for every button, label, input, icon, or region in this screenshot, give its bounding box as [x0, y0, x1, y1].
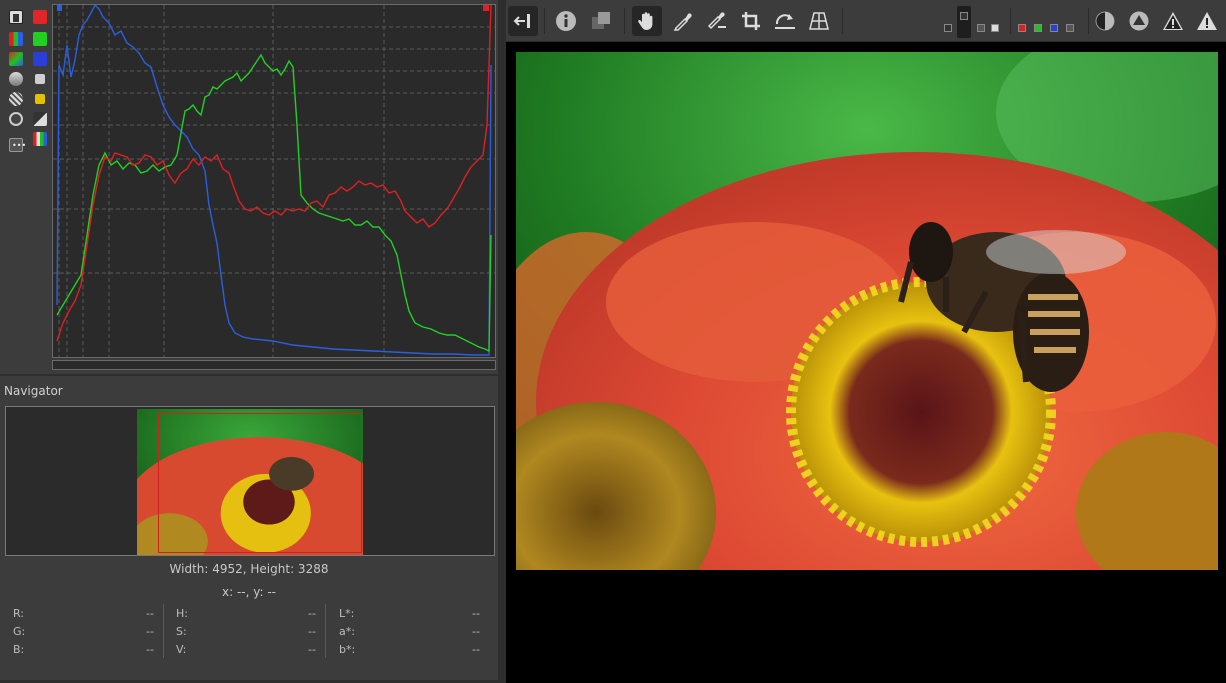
hide-panel-icon[interactable]	[508, 6, 538, 36]
grid-icon[interactable]	[9, 112, 23, 126]
channel-chroma-icon[interactable]	[35, 94, 45, 104]
toolbar-separator	[624, 8, 625, 34]
navigator-preview[interactable]	[5, 406, 495, 556]
image-preview[interactable]	[516, 52, 1218, 570]
cursor-coordinates: x: --, y: --	[222, 585, 276, 599]
photo-flower-bee	[516, 52, 1218, 570]
s-value: --	[308, 625, 316, 638]
histogram-linear-icon[interactable]	[9, 10, 23, 24]
hand-icon[interactable]	[632, 6, 662, 36]
toolbar-separator	[1088, 8, 1089, 34]
preview-green-icon[interactable]	[1034, 24, 1042, 32]
over-exposure-icon[interactable]	[1192, 6, 1222, 36]
under-exposure-icon[interactable]	[1158, 6, 1188, 36]
g-value: --	[146, 625, 154, 638]
histogram-red-curve	[56, 5, 492, 342]
focus-mask-icon[interactable]	[1090, 6, 1120, 36]
preview-blue-icon[interactable]	[1050, 24, 1058, 32]
preview-mode-icon[interactable]	[1124, 6, 1154, 36]
h-label: H:	[176, 607, 188, 620]
toolbar-separator	[842, 8, 843, 34]
show-bar-icon[interactable]	[9, 92, 23, 106]
s-label: S:	[176, 625, 187, 638]
toolbar-separator	[544, 8, 545, 34]
luminance-icon[interactable]	[35, 74, 45, 84]
histogram[interactable]	[52, 4, 496, 358]
b-value: --	[146, 643, 154, 656]
b-label: B:	[13, 643, 25, 656]
perspective-icon[interactable]	[804, 6, 834, 36]
panel-divider	[0, 374, 498, 376]
preview-white-icon[interactable]	[991, 24, 999, 32]
preview-channel-selector[interactable]	[936, 4, 1008, 38]
rgb-indicator-bar-icon[interactable]	[33, 132, 47, 146]
bstar-label: b*:	[339, 643, 356, 656]
v-label: V:	[176, 643, 187, 656]
white-balance-picker-icon[interactable]	[668, 6, 698, 36]
channel-green-icon[interactable]	[33, 32, 47, 46]
image-dimensions: Width: 4952, Height: 3288	[169, 562, 329, 576]
histogram-green-curve	[56, 53, 492, 353]
navigator-title: Navigator	[4, 384, 63, 398]
rgb-bars-icon[interactable]	[9, 32, 23, 46]
color-picker-icon[interactable]	[702, 6, 732, 36]
preview-dim-icon[interactable]	[944, 24, 952, 32]
image-editor	[506, 0, 1226, 683]
more-icon[interactable]: •••	[9, 138, 26, 152]
histogram-blue-curve	[56, 5, 492, 356]
info-icon[interactable]	[551, 6, 581, 36]
curve-mode-icon[interactable]	[33, 112, 47, 126]
preview-red-icon[interactable]	[1018, 24, 1026, 32]
preview-rgb-selector[interactable]	[1016, 4, 1084, 38]
r-label: R:	[13, 607, 25, 620]
r-value: --	[146, 607, 154, 620]
histogram-scrollbar[interactable]	[52, 360, 496, 370]
values-divider	[325, 604, 326, 658]
v-value: --	[308, 643, 316, 656]
navigator-viewport-frame[interactable]	[158, 413, 362, 553]
chroma-icon[interactable]	[9, 72, 23, 86]
preview-lum-icon[interactable]	[1066, 24, 1074, 32]
straighten-icon[interactable]	[770, 6, 800, 36]
preview-grey-icon[interactable]	[977, 24, 985, 32]
editor-toolbar	[506, 0, 1226, 42]
channel-red-icon[interactable]	[33, 10, 47, 24]
h-value: --	[308, 607, 316, 620]
left-panel: ••• Navigator Width: 4952, Height: 3288 …	[0, 0, 498, 683]
histogram-plot	[53, 5, 495, 357]
before-after-icon[interactable]	[586, 6, 616, 36]
values-divider	[163, 604, 164, 658]
crop-icon[interactable]	[736, 6, 766, 36]
l-label: L*:	[339, 607, 355, 620]
g-label: G:	[13, 625, 26, 638]
l-value: --	[472, 607, 480, 620]
bstar-value: --	[472, 643, 480, 656]
channel-blue-icon[interactable]	[33, 52, 47, 66]
toolbar-separator	[1010, 8, 1011, 34]
raw-histogram-icon[interactable]	[9, 52, 23, 66]
preview-active-icon[interactable]	[957, 6, 971, 38]
a-value: --	[472, 625, 480, 638]
a-label: a*:	[339, 625, 355, 638]
panel-splitter[interactable]	[498, 0, 506, 683]
